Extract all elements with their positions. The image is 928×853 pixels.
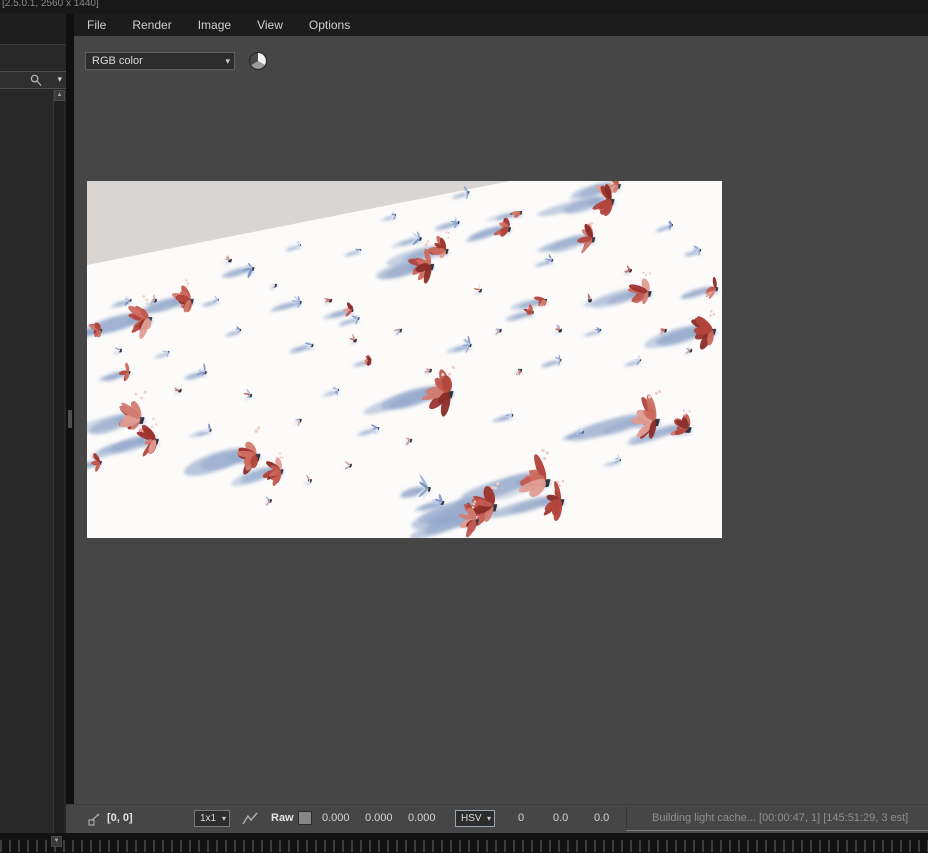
zoom-dropdown[interactable]: 1x1 ▾ bbox=[194, 810, 230, 827]
menu-file[interactable]: File bbox=[74, 14, 119, 36]
status-divider bbox=[626, 807, 627, 830]
zoom-dropdown-value: 1x1 bbox=[200, 813, 217, 824]
panel-scrollbar[interactable]: ▲ bbox=[53, 90, 65, 833]
frame-buffer-window: [2.5.0.1, 2560 x 1440] ▾ ▲ File Render I… bbox=[0, 0, 928, 853]
history-panel-header bbox=[0, 14, 66, 45]
menu-bar: File Render Image View Options bbox=[74, 14, 928, 36]
hsv-value-s: 0.0 bbox=[553, 812, 569, 824]
search-bar[interactable]: ▾ bbox=[0, 71, 66, 89]
status-bar: [0, 0] 1x1 ▾ Raw 0.000 0.000 0.000 HSV ▾… bbox=[66, 804, 928, 833]
pixel-color-swatch bbox=[298, 811, 312, 825]
raw-value-b: 0.000 bbox=[408, 812, 436, 824]
color-wheel-icon[interactable] bbox=[249, 52, 267, 70]
raw-value-g: 0.000 bbox=[365, 812, 393, 824]
hsv-value-h: 0 bbox=[518, 812, 525, 824]
color-curve-icon[interactable] bbox=[242, 811, 258, 826]
zoom-dropdown-arrow-icon: ▾ bbox=[221, 814, 226, 823]
menu-image[interactable]: Image bbox=[185, 14, 244, 36]
pixel-probe-icon[interactable] bbox=[88, 812, 102, 826]
scroll-up-button[interactable]: ▲ bbox=[54, 90, 65, 101]
splitter-grip[interactable] bbox=[68, 410, 72, 428]
scroll-down-button[interactable]: ▼ bbox=[51, 836, 62, 847]
hsv-dropdown-arrow-icon: ▾ bbox=[486, 814, 491, 823]
timeline-strip: ▼ bbox=[0, 833, 928, 853]
channel-dropdown-value: RGB color bbox=[92, 55, 143, 67]
menu-render[interactable]: Render bbox=[119, 14, 184, 36]
tick-marks bbox=[0, 840, 928, 852]
search-dropdown-arrow-icon[interactable]: ▾ bbox=[57, 74, 62, 85]
raw-label: Raw bbox=[271, 812, 294, 824]
render-image[interactable] bbox=[87, 181, 722, 538]
history-panel: ▾ ▲ bbox=[0, 14, 66, 833]
progress-line bbox=[626, 830, 928, 831]
titlebar-text: [2.5.0.1, 2560 x 1440] bbox=[2, 0, 99, 9]
scroll-down-icon: ▼ bbox=[53, 838, 60, 844]
scroll-up-icon: ▲ bbox=[56, 92, 63, 98]
titlebar: [2.5.0.1, 2560 x 1440] bbox=[0, 0, 928, 14]
menu-view[interactable]: View bbox=[244, 14, 296, 36]
hsv-value-v: 0.0 bbox=[594, 812, 610, 824]
hsv-dropdown[interactable]: HSV ▾ bbox=[455, 810, 495, 827]
menu-options[interactable]: Options bbox=[296, 14, 363, 36]
channel-dropdown[interactable]: RGB color ▾ bbox=[85, 52, 235, 70]
status-message: Building light cache... [00:00:47, 1] [1… bbox=[652, 812, 909, 824]
raw-value-r: 0.000 bbox=[322, 812, 350, 824]
pixel-coordinates: [0, 0] bbox=[107, 812, 133, 824]
hsv-dropdown-value: HSV bbox=[461, 813, 482, 824]
channel-dropdown-arrow-icon: ▾ bbox=[225, 56, 230, 66]
search-icon bbox=[30, 74, 42, 86]
panel-splitter[interactable] bbox=[66, 14, 74, 833]
